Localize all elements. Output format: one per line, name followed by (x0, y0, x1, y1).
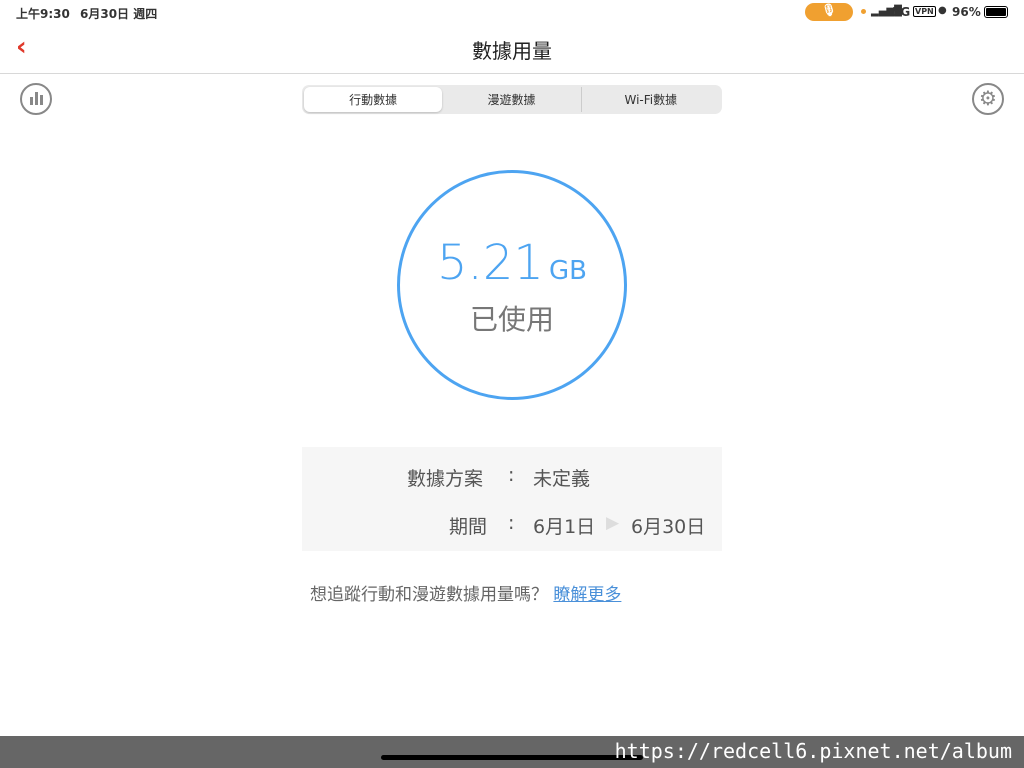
arrow-right-icon: ▶ (606, 513, 620, 533)
prompt-text: 想追蹤行動和漫遊數據用量嗎？ (310, 585, 548, 605)
tab-mobile-data[interactable]: 行動數據 (304, 87, 443, 112)
tab-wifi-data[interactable]: Wi-Fi數據 (582, 87, 720, 112)
status-bar: 上午9:30 6月30日 週四 🎙 ▂▄▆█ 5G VPN ● 96% (0, 0, 1024, 24)
separator: : (508, 512, 515, 534)
battery-icon (984, 6, 1008, 18)
period-end[interactable]: 6月30日 (631, 512, 705, 539)
network-type: 5G (892, 5, 911, 19)
person-icon: ● (938, 5, 947, 16)
usage-value: 5.21 (437, 235, 544, 291)
home-indicator[interactable] (381, 755, 643, 760)
tab-roaming-data[interactable]: 漫遊數據 (442, 87, 582, 112)
microphone-icon[interactable]: 🎙 (805, 3, 853, 21)
separator: : (508, 464, 515, 486)
plan-value: 未定義 (533, 468, 591, 490)
watermark-bar: https://redcell6.pixnet.net/album (0, 736, 1024, 768)
battery-percent: 96% (952, 5, 981, 19)
usage-circle: 5.21 GB 已使用 (397, 170, 627, 400)
settings-gear-button[interactable]: ⚙ (972, 83, 1004, 115)
tab-segmented-control: 行動數據 漫遊數據 Wi-Fi數據 (302, 85, 722, 114)
track-prompt: 想追蹤行動和漫遊數據用量嗎？ 瞭解更多 (310, 580, 621, 605)
period-start[interactable]: 6月1日 (533, 512, 595, 539)
usage-unit: GB (548, 256, 587, 286)
chart-button[interactable] (20, 83, 52, 115)
usage-label: 已使用 (469, 303, 554, 336)
watermark-text: https://redcell6.pixnet.net/album (614, 739, 1012, 763)
status-date: 6月30日 週四 (80, 7, 158, 21)
vpn-badge: VPN (913, 6, 936, 17)
status-time: 上午9:30 (16, 7, 70, 21)
page-title: 數據用量 (472, 39, 552, 63)
plan-label: 數據方案 (407, 468, 484, 490)
learn-more-link[interactable]: 瞭解更多 (553, 585, 621, 605)
nav-bar: ‹ 數據用量 (0, 24, 1024, 74)
plan-info-panel: 數據方案 : 未定義 期間 : 6月1日 ▶ 6月30日 (302, 447, 722, 551)
period-label: 期間 (449, 516, 488, 538)
privacy-dot-icon (861, 9, 866, 14)
